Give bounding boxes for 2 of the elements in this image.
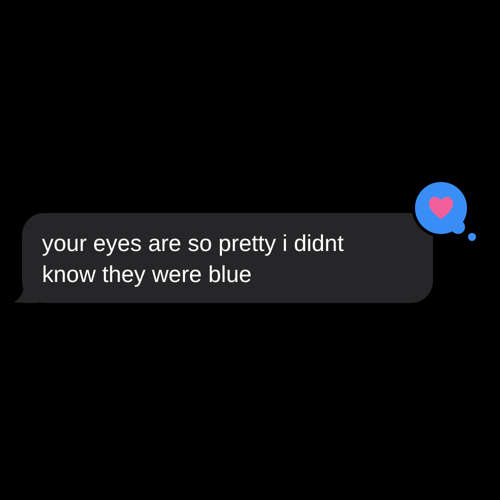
heart-icon	[428, 197, 454, 219]
message-text: your eyes are so pretty i didnt know they were blue	[42, 229, 345, 289]
